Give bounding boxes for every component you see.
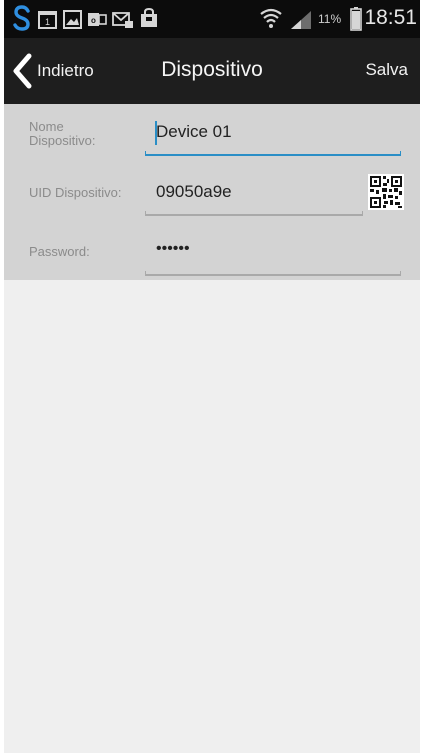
password-label: Password: [29, 244, 90, 259]
device-name-row: Nome Dispositivo: Device 01 [4, 104, 420, 162]
password-row: Password: •••••• [4, 220, 420, 280]
device-name-label-line2: Dispositivo: [29, 133, 96, 148]
shopping-bag-icon [141, 8, 157, 27]
device-name-field[interactable]: Device 01 [156, 122, 232, 142]
email-icon [112, 12, 133, 28]
gallery-icon [63, 10, 82, 29]
device-name-underline [145, 151, 401, 156]
svg-text:o: o [91, 16, 96, 25]
back-chevron-icon [13, 53, 32, 89]
device-uid-field[interactable]: 09050a9e [156, 182, 232, 202]
back-button-label: Indietro [37, 61, 94, 80]
navigation-bar: Indietro Dispositivo Salva [4, 38, 420, 104]
qr-code-icon[interactable] [368, 174, 404, 210]
signal-icon [291, 11, 311, 29]
battery-percent: 11% [318, 12, 342, 26]
status-bar: 1 o 11% 18:51 [4, 0, 420, 38]
password-underline [145, 271, 401, 276]
device-uid-underline [145, 211, 363, 216]
device-name-label-line1: Nome [29, 119, 64, 134]
device-uid-label: UID Dispositivo: [29, 185, 122, 200]
s-app-icon [13, 5, 30, 31]
empty-content-area [4, 280, 420, 753]
save-button[interactable]: Salva [365, 60, 408, 80]
device-name-label: Nome Dispositivo: [29, 120, 95, 148]
svg-text:1: 1 [45, 17, 50, 27]
battery-icon [350, 7, 362, 31]
device-uid-row: UID Dispositivo: 09050a9e [4, 162, 420, 220]
status-time: 18:51 [364, 6, 417, 29]
wifi-icon [260, 8, 282, 28]
calendar-icon: 1 [38, 11, 57, 29]
password-field[interactable]: •••••• [156, 240, 190, 258]
outlook-icon: o [88, 13, 107, 26]
device-screen: 1 o 11% 18:51 Indietro Dispositivo Salva… [4, 0, 420, 753]
back-button[interactable]: Indietro [10, 52, 94, 90]
device-form: Nome Dispositivo: Device 01 UID Disposit… [4, 104, 420, 280]
